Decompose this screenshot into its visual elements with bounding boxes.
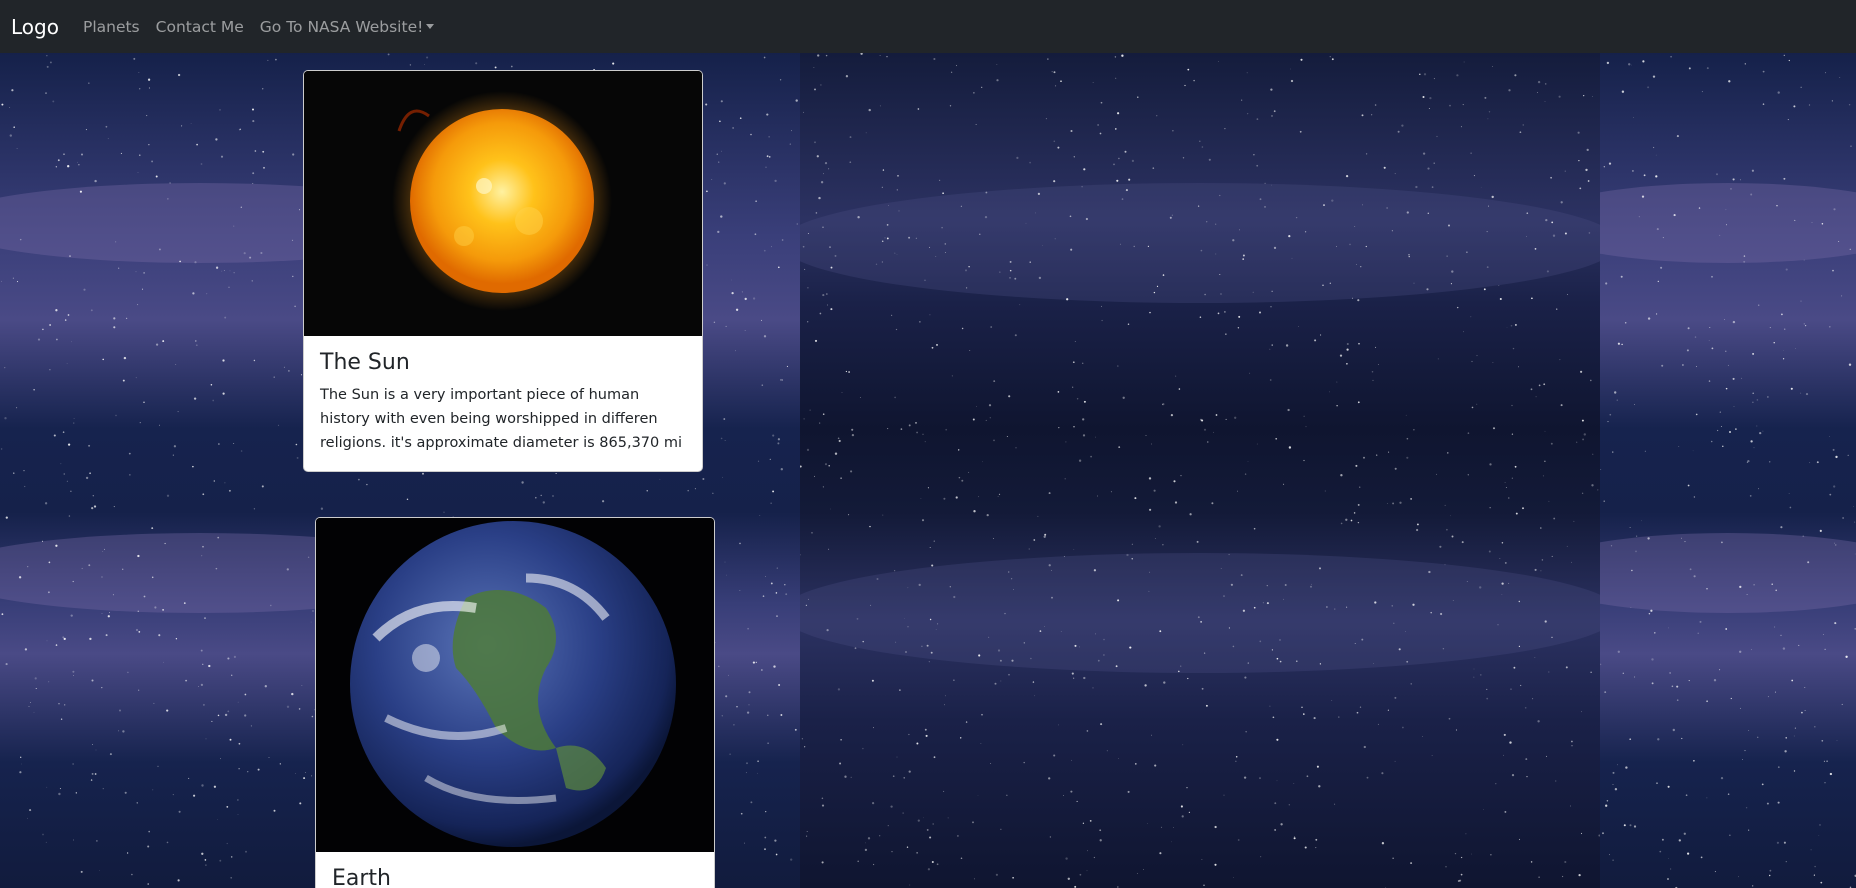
card-sun-title: The Sun bbox=[320, 350, 410, 375]
brand-logo[interactable]: Logo bbox=[11, 15, 59, 39]
nav-link-planets[interactable]: Planets bbox=[83, 18, 140, 36]
nav-link-contact[interactable]: Contact Me bbox=[156, 18, 244, 36]
earth-image bbox=[316, 518, 714, 852]
caret-down-icon bbox=[426, 23, 435, 29]
card-earth-body: Earth bbox=[316, 852, 714, 888]
card-sun-text: The Sun is a very important piece of hum… bbox=[320, 387, 683, 451]
nav-dropdown-nasa[interactable]: Go To NASA Website! bbox=[260, 18, 435, 36]
card-sun-body: The Sun The Sun is a very important piec… bbox=[304, 336, 702, 471]
card-earth: Earth bbox=[315, 517, 715, 888]
sun-image bbox=[304, 71, 702, 336]
starfield-background bbox=[0, 53, 1856, 888]
top-navbar: Logo Planets Contact Me Go To NASA Websi… bbox=[0, 0, 1856, 53]
milky-way-tile-center bbox=[800, 53, 1600, 888]
nav-dropdown-nasa-label: Go To NASA Website! bbox=[259, 17, 424, 36]
card-sun: The Sun The Sun is a very important piec… bbox=[303, 70, 703, 472]
card-earth-title: Earth bbox=[332, 866, 391, 888]
milky-way-tile-right bbox=[1600, 53, 1856, 888]
